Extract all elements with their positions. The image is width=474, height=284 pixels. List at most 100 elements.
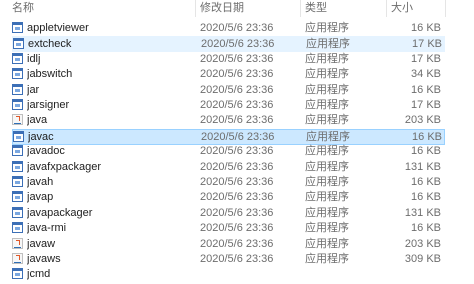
file-modified-date: 2020/5/6 23:36 bbox=[200, 222, 274, 234]
column-divider[interactable] bbox=[445, 0, 446, 17]
file-row[interactable]: javadoc 2020/5/6 23:36 应用程序 16 KB bbox=[12, 144, 445, 160]
file-name: idlj bbox=[27, 53, 41, 65]
file-modified-date: 2020/5/6 23:36 bbox=[200, 207, 274, 219]
file-type: 应用程序 bbox=[305, 22, 349, 34]
file-name: javaws bbox=[27, 253, 61, 265]
exe-icon bbox=[12, 145, 23, 156]
java-icon bbox=[12, 114, 23, 125]
file-type: 应用程序 bbox=[305, 176, 349, 188]
column-header-type[interactable]: 类型 bbox=[305, 0, 385, 17]
file-row[interactable]: javapackager 2020/5/6 23:36 应用程序 131 KB bbox=[12, 206, 445, 222]
file-row[interactable]: javaw 2020/5/6 23:36 应用程序 203 KB bbox=[12, 237, 445, 253]
file-name: javap bbox=[27, 191, 54, 203]
file-row[interactable]: jarsigner 2020/5/6 23:36 应用程序 17 KB bbox=[12, 98, 445, 114]
file-row[interactable]: appletviewer 2020/5/6 23:36 应用程序 16 KB bbox=[12, 21, 445, 37]
exe-icon bbox=[12, 191, 23, 202]
file-name: jar bbox=[27, 84, 40, 96]
exe-icon bbox=[12, 161, 23, 172]
file-type: 应用程序 bbox=[305, 253, 349, 265]
file-name: extcheck bbox=[28, 38, 72, 50]
file-name: jcmd bbox=[27, 268, 51, 280]
column-header-name[interactable]: 名称 bbox=[12, 0, 194, 17]
file-size: 131 KB bbox=[404, 207, 441, 219]
file-type: 应用程序 bbox=[305, 161, 349, 173]
file-size: 34 KB bbox=[411, 68, 441, 80]
exe-icon bbox=[12, 22, 23, 33]
file-size: 16 KB bbox=[412, 131, 442, 143]
file-name: javapackager bbox=[27, 207, 93, 219]
file-modified-date: 2020/5/6 23:36 bbox=[201, 38, 275, 50]
exe-icon bbox=[12, 68, 23, 79]
exe-icon bbox=[12, 207, 23, 218]
file-size: 16 KB bbox=[411, 84, 441, 96]
file-row[interactable]: javap 2020/5/6 23:36 应用程序 16 KB bbox=[12, 190, 445, 206]
file-modified-date: 2020/5/6 23:36 bbox=[200, 191, 274, 203]
file-size: 17 KB bbox=[411, 53, 441, 65]
file-type: 应用程序 bbox=[305, 222, 349, 234]
file-name: javac bbox=[28, 131, 54, 143]
file-size: 16 KB bbox=[411, 191, 441, 203]
file-name: java-rmi bbox=[27, 222, 67, 234]
column-header-size[interactable]: 大小 bbox=[391, 0, 451, 17]
file-modified-date: 2020/5/6 23:36 bbox=[200, 176, 274, 188]
file-type: 应用程序 bbox=[305, 99, 349, 111]
file-modified-date: 2020/5/6 23:36 bbox=[200, 253, 274, 265]
file-name: jabswitch bbox=[27, 68, 73, 80]
column-divider[interactable] bbox=[195, 0, 196, 17]
file-type: 应用程序 bbox=[305, 84, 349, 96]
file-type: 应用程序 bbox=[305, 191, 349, 203]
file-size: 17 KB bbox=[411, 99, 441, 111]
file-modified-date: 2020/5/6 23:36 bbox=[200, 99, 274, 111]
file-row[interactable]: idlj 2020/5/6 23:36 应用程序 17 KB bbox=[12, 52, 445, 68]
file-modified-date: 2020/5/6 23:36 bbox=[201, 131, 275, 143]
file-row[interactable]: jar 2020/5/6 23:36 应用程序 16 KB bbox=[12, 83, 445, 99]
file-row[interactable]: jcmd bbox=[12, 267, 445, 283]
file-name: javah bbox=[27, 176, 54, 188]
column-divider[interactable] bbox=[386, 0, 387, 17]
exe-icon bbox=[12, 53, 23, 64]
file-modified-date: 2020/5/6 23:36 bbox=[200, 84, 274, 96]
file-row[interactable]: javah 2020/5/6 23:36 应用程序 16 KB bbox=[12, 175, 445, 191]
file-name: javadoc bbox=[27, 145, 65, 157]
file-type: 应用程序 bbox=[305, 238, 349, 250]
exe-icon bbox=[12, 176, 23, 187]
file-type: 应用程序 bbox=[305, 145, 349, 157]
file-size: 16 KB bbox=[411, 145, 441, 157]
file-row[interactable]: extcheck 2020/5/6 23:36 应用程序 17 KB bbox=[12, 36, 445, 52]
file-type: 应用程序 bbox=[305, 53, 349, 65]
file-size: 17 KB bbox=[412, 38, 442, 50]
file-modified-date: 2020/5/6 23:36 bbox=[200, 114, 274, 126]
file-row[interactable]: java-rmi 2020/5/6 23:36 应用程序 16 KB bbox=[12, 221, 445, 237]
file-modified-date bbox=[200, 267, 295, 281]
java-icon bbox=[12, 253, 23, 264]
file-row[interactable]: jabswitch 2020/5/6 23:36 应用程序 34 KB bbox=[12, 67, 445, 83]
file-modified-date: 2020/5/6 23:36 bbox=[200, 238, 274, 250]
exe-icon bbox=[13, 131, 24, 142]
file-modified-date: 2020/5/6 23:36 bbox=[200, 161, 274, 173]
exe-icon bbox=[12, 268, 23, 279]
file-modified-date: 2020/5/6 23:36 bbox=[200, 145, 274, 157]
file-size bbox=[382, 267, 441, 281]
file-size: 131 KB bbox=[404, 161, 441, 173]
file-size: 203 KB bbox=[404, 114, 441, 126]
file-type: 应用程序 bbox=[305, 114, 349, 126]
column-divider[interactable] bbox=[300, 0, 301, 17]
file-row[interactable]: java 2020/5/6 23:36 应用程序 203 KB bbox=[12, 113, 445, 129]
java-icon bbox=[12, 238, 23, 249]
file-size: 309 KB bbox=[404, 253, 441, 265]
file-name: java bbox=[27, 114, 48, 126]
file-type: 应用程序 bbox=[306, 38, 350, 50]
file-modified-date: 2020/5/6 23:36 bbox=[200, 22, 274, 34]
file-row[interactable]: javafxpackager 2020/5/6 23:36 应用程序 131 KB bbox=[12, 160, 445, 176]
exe-icon bbox=[12, 222, 23, 233]
file-row[interactable]: javac 2020/5/6 23:36 应用程序 16 KB bbox=[12, 129, 445, 145]
column-header: 名称 修改日期 类型 大小 bbox=[0, 0, 474, 17]
file-size: 16 KB bbox=[411, 176, 441, 188]
exe-icon bbox=[12, 84, 23, 95]
column-header-date[interactable]: 修改日期 bbox=[200, 0, 298, 17]
file-type bbox=[305, 267, 375, 281]
file-type: 应用程序 bbox=[305, 207, 349, 219]
file-row[interactable]: javaws 2020/5/6 23:36 应用程序 309 KB bbox=[12, 252, 445, 268]
file-size: 16 KB bbox=[411, 222, 441, 234]
file-name: javaw bbox=[27, 238, 56, 250]
